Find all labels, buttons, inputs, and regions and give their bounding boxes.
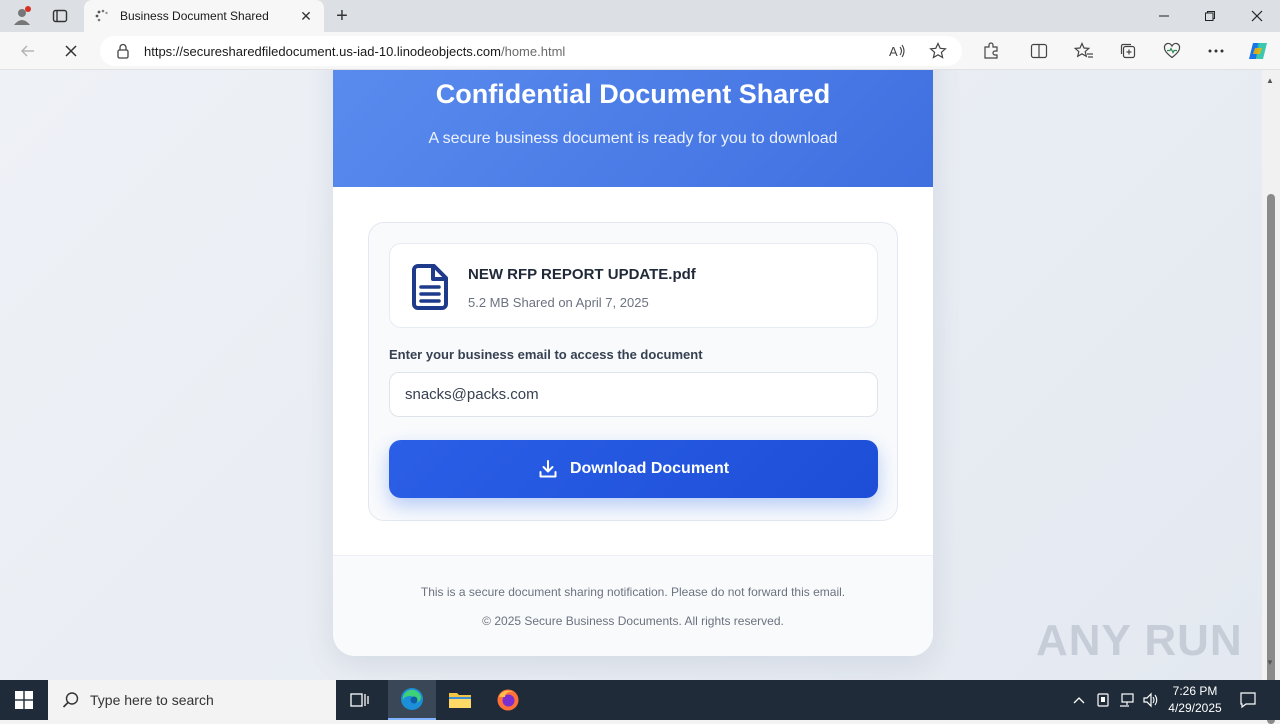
search-icon xyxy=(62,691,80,709)
clock-date: 4/29/2025 xyxy=(1168,701,1222,715)
download-button-label: Download Document xyxy=(569,460,730,477)
workspaces-icon[interactable] xyxy=(48,4,72,28)
email-label: Enter your business email to access the … xyxy=(389,347,703,362)
read-aloud-icon[interactable]: A xyxy=(885,39,911,63)
loading-icon xyxy=(94,8,110,24)
file-info-box: NEW RFP REPORT UPDATE.pdf 5.2 MB Shared … xyxy=(389,243,878,328)
new-tab-button[interactable]: + xyxy=(330,4,354,28)
tray-chevron-icon[interactable] xyxy=(1068,680,1090,720)
copilot-icon[interactable] xyxy=(1245,39,1271,63)
favorite-icon[interactable] xyxy=(925,39,951,63)
scroll-down-icon[interactable]: ▼ xyxy=(1266,658,1274,667)
svg-text:A: A xyxy=(889,44,898,59)
split-screen-icon[interactable] xyxy=(1026,39,1052,63)
file-name: NEW RFP REPORT UPDATE.pdf xyxy=(468,266,696,283)
volume-icon[interactable] xyxy=(1140,680,1162,720)
address-toolbar: https://securesharedfiledocument.us-iad-… xyxy=(0,32,1280,70)
taskbar: Type here to search 7:26 PM 4/29/2025 xyxy=(0,680,1280,720)
address-bar[interactable]: https://securesharedfiledocument.us-iad-… xyxy=(100,36,962,66)
page-title: Confidential Document Shared xyxy=(435,79,831,109)
anyrun-watermark: ANY RUN xyxy=(1036,616,1243,665)
close-window-button[interactable] xyxy=(1234,0,1280,32)
footer-copyright: © 2025 Secure Business Documents. All ri… xyxy=(482,614,784,628)
document-panel: NEW RFP REPORT UPDATE.pdf 5.2 MB Shared … xyxy=(368,222,898,521)
taskbar-clock[interactable]: 7:26 PM 4/29/2025 xyxy=(1160,683,1230,717)
more-icon[interactable] xyxy=(1203,39,1229,63)
task-view-icon[interactable] xyxy=(336,680,384,720)
performance-icon[interactable] xyxy=(1159,39,1185,63)
footer-notice: This is a secure document sharing notifi… xyxy=(420,585,846,599)
tab-close-button[interactable]: ✕ xyxy=(298,8,314,25)
taskbar-search[interactable]: Type here to search xyxy=(48,680,336,720)
firefox-icon[interactable] xyxy=(484,680,532,720)
card-footer: This is a secure document sharing notifi… xyxy=(333,556,933,656)
lock-icon[interactable] xyxy=(116,43,130,59)
page-viewport: Confidential Document Shared A secure bu… xyxy=(0,70,1262,680)
tab-bar: Business Document Shared ✕ + xyxy=(0,0,1280,32)
card-header: Confidential Document Shared A secure bu… xyxy=(333,70,933,187)
active-tab[interactable]: Business Document Shared ✕ xyxy=(84,0,324,32)
scroll-up-icon[interactable]: ▲ xyxy=(1266,76,1274,85)
extensions-icon[interactable] xyxy=(978,39,1004,63)
restore-button[interactable] xyxy=(1187,0,1233,32)
email-input[interactable] xyxy=(389,372,878,417)
security-tray-icon[interactable] xyxy=(1092,680,1114,720)
notifications-icon[interactable] xyxy=(1236,680,1260,720)
minimize-button[interactable] xyxy=(1141,0,1187,32)
page-scrollbar[interactable]: ▲ ▼ xyxy=(1262,70,1280,724)
clock-time: 7:26 PM xyxy=(1172,684,1218,698)
favorites-icon[interactable] xyxy=(1071,39,1097,63)
edge-taskbar-icon[interactable] xyxy=(388,680,436,720)
profile-icon[interactable] xyxy=(10,4,34,28)
back-button[interactable] xyxy=(15,39,41,63)
download-icon xyxy=(538,459,558,479)
page-subtitle: A secure business document is ready for … xyxy=(428,130,838,147)
url-text: https://securesharedfiledocument.us-iad-… xyxy=(144,43,566,59)
file-explorer-icon[interactable] xyxy=(436,680,484,720)
scroll-thumb[interactable] xyxy=(1267,194,1275,724)
windows-start-icon[interactable] xyxy=(0,680,48,720)
network-icon[interactable] xyxy=(1116,680,1138,720)
document-icon xyxy=(410,264,450,310)
collections-icon[interactable] xyxy=(1115,39,1141,63)
document-card: Confidential Document Shared A secure bu… xyxy=(333,70,933,656)
stop-icon[interactable] xyxy=(58,39,84,63)
tab-title: Business Document Shared xyxy=(120,9,269,23)
search-placeholder: Type here to search xyxy=(90,692,214,708)
download-button[interactable]: Download Document xyxy=(389,440,878,498)
file-meta: 5.2 MB Shared on April 7, 2025 xyxy=(468,295,649,310)
